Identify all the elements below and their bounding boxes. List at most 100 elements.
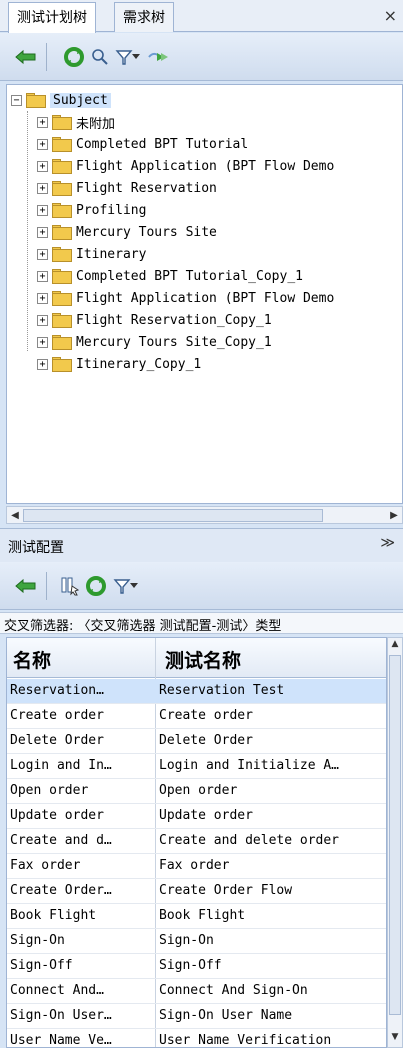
table-row[interactable]: Connect And… Connect And Sign-On [7, 979, 386, 1004]
expand-icon[interactable]: + [37, 160, 48, 172]
tree-node-label: Completed BPT Tutorial_Copy_1 [76, 268, 303, 284]
expand-icon[interactable]: + [37, 204, 48, 216]
cell-test-name: Fax order [159, 858, 230, 873]
scrollbar-thumb[interactable] [23, 509, 323, 522]
table-row[interactable]: Create order Create order [7, 704, 386, 729]
cell-test-name: Delete Order [159, 733, 253, 748]
go-to-icon[interactable] [146, 45, 170, 69]
table-row[interactable]: Book Flight Book Flight [7, 904, 386, 929]
filter-dropdown-arrow-icon[interactable] [128, 574, 140, 598]
tree-node[interactable]: + Flight Application (BPT Flow Demo [37, 155, 334, 177]
table-row[interactable]: Delete Order Delete Order [7, 729, 386, 754]
tree-node[interactable]: + Mercury Tours Site [37, 221, 217, 243]
test-config-header: 测试配置 ≫ [0, 528, 403, 562]
table-row[interactable]: Reservation… Reservation Test [7, 679, 386, 704]
toolbar-separator [46, 572, 47, 600]
cell-name: Open order [10, 783, 89, 798]
expand-icon[interactable]: + [37, 336, 48, 348]
tree-node[interactable]: + 未附加 [37, 111, 115, 133]
cell-name: Update order [10, 808, 104, 823]
cell-name: Create and d… [10, 833, 112, 848]
column-header-name[interactable]: 名称 [13, 646, 51, 673]
cell-test-name: Open order [159, 783, 238, 798]
grid-vertical-scrollbar[interactable]: ▲ ▼ [387, 637, 403, 1048]
search-icon[interactable] [88, 45, 112, 69]
table-row[interactable]: User Name Ve… User Name Verification [7, 1029, 386, 1048]
tree-node[interactable]: + Flight Application (BPT Flow Demo [37, 287, 334, 309]
tree-node-label: Flight Application (BPT Flow Demo [76, 290, 335, 306]
cell-name: Create order [10, 708, 104, 723]
table-row[interactable]: Sign-On Sign-On [7, 929, 386, 954]
expand-icon[interactable]: + [37, 116, 48, 128]
tree-node-label: 未附加 [76, 116, 116, 132]
table-row[interactable]: Sign-Off Sign-Off [7, 954, 386, 979]
table-row[interactable]: Update order Update order [7, 804, 386, 829]
expand-icon[interactable]: + [37, 138, 48, 150]
table-row[interactable]: Open order Open order [7, 779, 386, 804]
cell-name: Sign-On [10, 933, 65, 948]
folder-icon [52, 114, 72, 130]
cell-test-name: User Name Verification [159, 1033, 332, 1048]
cell-name: Sign-On User… [10, 1008, 112, 1023]
tree-node-label: Flight Reservation [76, 180, 217, 196]
cell-test-name: Reservation Test [159, 683, 285, 698]
expand-icon[interactable]: + [37, 270, 48, 282]
collapse-icon[interactable]: − [11, 94, 22, 106]
tree-node[interactable]: + Completed BPT Tutorial_Copy_1 [37, 265, 303, 287]
expand-icon[interactable]: + [37, 248, 48, 260]
column-header-test-name[interactable]: 测试名称 [165, 646, 241, 673]
cell-name: Delete Order [10, 733, 104, 748]
tree-node-subject[interactable]: − Subject [11, 89, 111, 111]
tree-node[interactable]: + Flight Reservation_Copy_1 [37, 309, 272, 331]
tree-node[interactable]: + Itinerary [37, 243, 146, 265]
tab-requirements-tree[interactable]: 需求树 [114, 2, 174, 32]
test-plan-tree[interactable]: − Subject + 未附加 + Completed BPT Tutorial + Fl… [6, 84, 403, 504]
select-columns-icon[interactable] [58, 574, 82, 598]
cell-test-name: Connect And Sign-On [159, 983, 308, 998]
tree-node-label: Subject [50, 92, 111, 108]
refresh-icon[interactable] [62, 45, 86, 69]
expand-icon[interactable]: + [37, 182, 48, 194]
tree-node[interactable]: + Profiling [37, 199, 146, 221]
scroll-down-icon[interactable]: ▼ [389, 1032, 401, 1046]
test-config-grid[interactable]: 名称 测试名称 Reservation… Reservation Test Crea… [6, 637, 387, 1048]
table-row[interactable]: Create and d… Create and delete order [7, 829, 386, 854]
tree-node[interactable]: + Itinerary_Copy_1 [37, 353, 201, 375]
tree-node[interactable]: + Completed BPT Tutorial [37, 133, 248, 155]
grid-header: 名称 测试名称 [7, 638, 386, 678]
folder-icon [52, 224, 72, 240]
cell-name: Login and In… [10, 758, 112, 773]
tab-label: 测试计划树 [17, 10, 87, 26]
cell-test-name: Create order [159, 708, 253, 723]
scroll-left-icon[interactable]: ◀ [8, 509, 22, 523]
tree-horizontal-scrollbar[interactable]: ◀ ▶ [6, 506, 403, 524]
cell-test-name: Create and delete order [159, 833, 340, 848]
expand-icon[interactable]: + [37, 292, 48, 304]
tree-node[interactable]: + Mercury Tours Site_Copy_1 [37, 331, 272, 353]
scroll-up-icon[interactable]: ▲ [389, 639, 401, 653]
expand-icon[interactable]: + [37, 314, 48, 326]
scroll-right-icon[interactable]: ▶ [387, 509, 401, 523]
expand-icon[interactable]: + [37, 358, 48, 370]
refresh-icon[interactable] [84, 574, 108, 598]
table-row[interactable]: Create Order… Create Order Flow [7, 879, 386, 904]
scrollbar-thumb[interactable] [389, 655, 401, 1015]
table-row[interactable]: Sign-On User… Sign-On User Name [7, 1004, 386, 1029]
tree-node[interactable]: + Flight Reservation [37, 177, 217, 199]
back-arrow-icon[interactable] [14, 574, 38, 598]
cell-name: Fax order [10, 858, 81, 873]
expand-icon[interactable]: + [37, 226, 48, 238]
back-arrow-icon[interactable] [14, 45, 38, 69]
folder-icon [52, 290, 72, 306]
filter-dropdown-arrow-icon[interactable] [130, 45, 142, 69]
collapse-panel-icon[interactable]: ≫ [380, 535, 395, 551]
folder-icon [52, 136, 72, 152]
toolbar-separator [46, 43, 47, 71]
tab-label: 需求树 [123, 10, 165, 26]
table-row[interactable]: Fax order Fax order [7, 854, 386, 879]
tab-test-plan-tree[interactable]: 测试计划树 [8, 2, 96, 33]
tree-node-label: Completed BPT Tutorial [76, 136, 249, 152]
table-row[interactable]: Login and In… Login and Initialize A… [7, 754, 386, 779]
cell-test-name: Login and Initialize A… [159, 758, 340, 773]
close-icon[interactable]: × [384, 6, 397, 25]
